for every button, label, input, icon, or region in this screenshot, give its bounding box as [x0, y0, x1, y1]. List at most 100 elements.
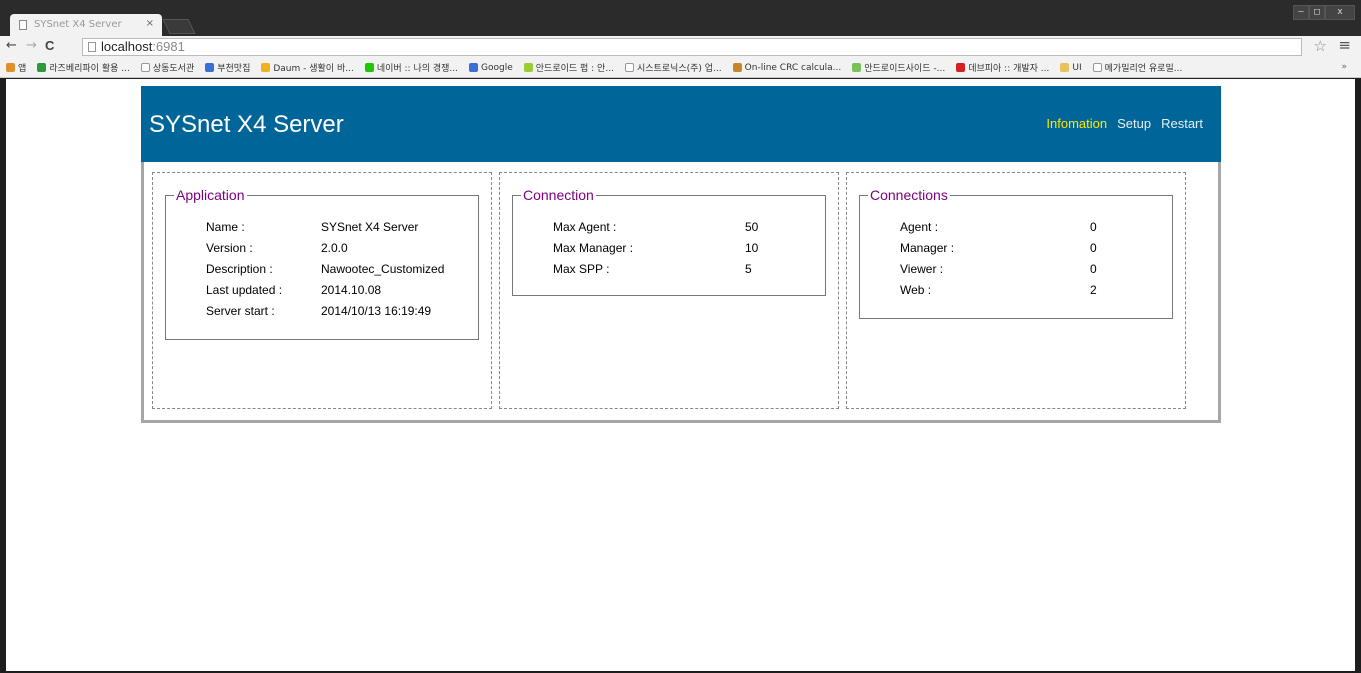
bookmark-item[interactable]: 앱	[6, 61, 26, 74]
bookmark-item[interactable]: 네이버 :: 나의 경쟁...	[364, 61, 458, 74]
bookmark-item[interactable]: Google	[469, 63, 513, 73]
android-icon	[523, 63, 533, 72]
info-value: Nawootec_Customized	[321, 262, 445, 276]
bookmark-item[interactable]: 시스트로닉스(주) 업...	[624, 61, 722, 74]
info-value: 0	[1090, 220, 1097, 234]
address-bar[interactable]: localhost:6981	[82, 38, 1302, 56]
info-value: 2014.10.08	[321, 283, 382, 297]
info-label: Agent :	[900, 220, 939, 234]
info-label: Version :	[206, 241, 253, 255]
connection-column: Connection Max Agent : 50 Max Manager : 10 M…	[499, 172, 839, 409]
connection-group: Connection Max Agent : 50 Max Manager : 10 M…	[512, 187, 826, 296]
nav-setup[interactable]: Setup	[1117, 116, 1151, 131]
forward-arrow-icon[interactable]: →	[26, 38, 37, 53]
info-value: 2	[1090, 283, 1097, 297]
url-host: localhost	[101, 39, 153, 54]
application-column: Application Name : SYSnet X4 Server Versio…	[152, 172, 492, 409]
info-label: Last updated :	[206, 283, 283, 297]
google-icon	[205, 63, 215, 72]
nav-infomation[interactable]: Infomation	[1046, 116, 1107, 131]
page-viewport: SYSnet X4 Server Infomation Setup Restar…	[6, 79, 1355, 671]
bookmark-item[interactable]: Daum - 생활이 바...	[261, 61, 354, 74]
bookmark-item[interactable]: 안드로이드 펍 : 안...	[523, 61, 614, 74]
info-label: Manager :	[900, 241, 955, 255]
info-label: Max SPP :	[553, 262, 610, 276]
application-group: Application Name : SYSnet X4 Server Versio…	[165, 187, 479, 340]
info-label: Viewer :	[900, 262, 944, 276]
raspberry-icon	[37, 63, 47, 72]
bookmark-label: Google	[481, 62, 513, 73]
bookmark-label: Daum - 생활이 바...	[273, 64, 354, 74]
connection-title: Connection	[521, 187, 596, 203]
new-tab-button[interactable]	[162, 19, 196, 34]
nav-restart[interactable]: Restart	[1161, 116, 1203, 131]
info-label: Name :	[206, 220, 245, 234]
bookmark-item[interactable]: On-line CRC calcula...	[732, 62, 842, 73]
url-port: :6981	[152, 39, 185, 54]
bookmark-label: 앱	[18, 64, 27, 74]
connections-title: Connections	[868, 187, 950, 203]
info-value: SYSnet X4 Server	[321, 220, 419, 234]
maximize-button[interactable]: □	[1309, 5, 1325, 20]
info-value: 2014/10/13 16:19:49	[321, 304, 432, 318]
page-icon	[140, 63, 150, 72]
bookmark-item[interactable]: UI	[1060, 62, 1082, 73]
page-icon	[88, 42, 96, 52]
connections-column: Connections Agent : 0 Manager : 0 Viewer : 0 W…	[846, 172, 1186, 409]
bookmark-item[interactable]: 부천맛집	[205, 61, 250, 74]
apps-icon	[6, 63, 15, 72]
browser-tab[interactable]: SYSnet X4 Server ×	[10, 14, 162, 36]
info-label: Web :	[900, 283, 932, 297]
more-bookmarks-icon[interactable]: »	[1341, 62, 1347, 72]
top-nav: Infomation Setup Restart	[1046, 116, 1203, 131]
page-icon	[1092, 63, 1102, 72]
info-value: 2.0.0	[321, 241, 348, 255]
bookmark-item[interactable]: 상동도서관	[140, 61, 195, 74]
bookmark-label: 시스트로닉스(주) 업...	[636, 64, 722, 74]
back-arrow-icon[interactable]: ←	[6, 38, 17, 53]
bookmark-item[interactable]: 데브피아 :: 개발자 ...	[956, 61, 1049, 74]
devpia-icon	[956, 63, 966, 72]
reload-icon[interactable]: C	[45, 38, 54, 53]
bookmark-label: 상동도서관	[152, 64, 195, 74]
connections-group: Connections Agent : 0 Manager : 0 Viewer : 0 W…	[859, 187, 1173, 319]
page-title: SYSnet X4 Server	[149, 111, 344, 138]
bookmark-item[interactable]: 라즈베리파이 활용 ...	[37, 61, 130, 74]
bookmark-label: On-line CRC calcula...	[744, 62, 842, 73]
window-controls: – □ x	[1293, 5, 1355, 21]
info-panel: Application Name : SYSnet X4 Server Versio…	[141, 162, 1221, 423]
info-value: 50	[745, 220, 759, 234]
info-value: 5	[745, 262, 752, 276]
close-tab-icon[interactable]: ×	[146, 18, 154, 29]
menu-icon[interactable]: ≡	[1338, 36, 1351, 54]
page-icon	[624, 63, 634, 72]
tab-title: SYSnet X4 Server	[34, 19, 122, 30]
android-icon	[852, 63, 862, 72]
info-value: 0	[1090, 262, 1097, 276]
minimize-button[interactable]: –	[1293, 5, 1309, 20]
info-label: Max Agent :	[553, 220, 617, 234]
crc-icon	[732, 63, 742, 72]
page-icon	[19, 20, 27, 30]
bookmark-label: 메가밀리언 유로밀...	[1104, 64, 1183, 74]
bookmark-label: 부천맛집	[217, 64, 251, 74]
folder-icon	[1060, 63, 1070, 72]
info-label: Server start :	[206, 304, 275, 318]
info-label: Max Manager :	[553, 241, 634, 255]
info-value: 0	[1090, 241, 1097, 255]
bookmark-label: 안드로이드사이드 -...	[864, 64, 946, 74]
bookmark-label: 라즈베리파이 활용 ...	[49, 64, 130, 74]
bookmarks-bar: 앱 라즈베리파이 활용 ... 상동도서관 부천맛집 Daum - 생활이 바... 네이…	[0, 58, 1361, 78]
bookmark-label: 데브피아 :: 개발자 ...	[968, 64, 1050, 74]
bookmark-label: UI	[1072, 62, 1082, 73]
info-label: Description :	[206, 262, 273, 276]
bookmark-item[interactable]: 메가밀리언 유로밀...	[1092, 61, 1183, 74]
google-icon	[469, 63, 479, 72]
page-header: SYSnet X4 Server Infomation Setup Restar…	[141, 86, 1221, 162]
application-title: Application	[174, 187, 247, 203]
close-window-button[interactable]: x	[1325, 5, 1355, 20]
bookmark-item[interactable]: 안드로이드사이드 -...	[852, 61, 945, 74]
bookmark-star-icon[interactable]: ☆	[1314, 37, 1327, 55]
browser-toolbar: ← → C localhost:6981 ☆ ≡	[0, 36, 1361, 58]
info-value: 10	[745, 241, 759, 255]
